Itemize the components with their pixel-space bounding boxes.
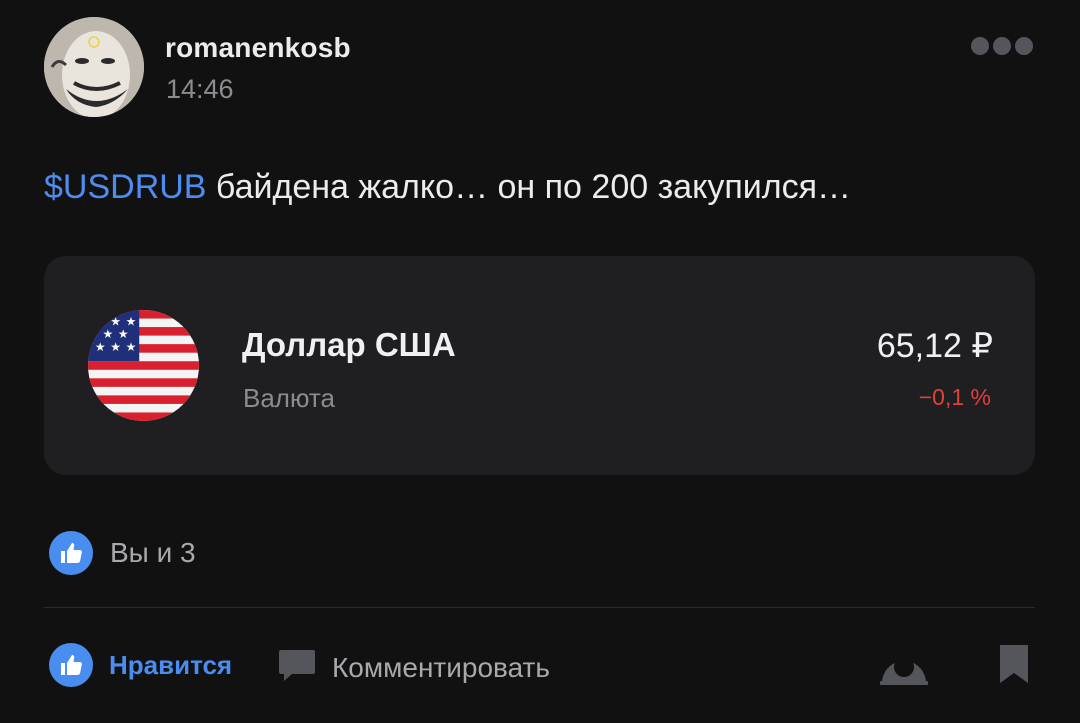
post-time: 14:46 — [166, 74, 234, 104]
more-icon[interactable] — [966, 32, 1038, 60]
likes-count-text: Вы и 3 — [110, 537, 196, 568]
more-dot — [1015, 37, 1033, 55]
more-dot — [971, 37, 989, 55]
instrument-card[interactable]: ★ ★ ★ ★ ★ ★ ★ ★ Доллар США Валюта 65,12 ₽ −0,… — [44, 256, 1035, 475]
comment-button-label: Комментировать — [332, 651, 550, 683]
comment-button[interactable]: Комментировать — [278, 648, 550, 687]
instrument-name: Доллар США — [242, 326, 456, 363]
like-button-label: Нравится — [109, 649, 233, 680]
instrument-price: 65,12 ₽ — [876, 327, 993, 365]
svg-text:★: ★ — [110, 314, 121, 328]
post-body: байдена жалко… он по 200 закупился… — [206, 168, 851, 206]
svg-text:★: ★ — [103, 327, 114, 341]
post-text: $USDRUB байдена жалко… он по 200 закупил… — [44, 168, 851, 207]
svg-text:★: ★ — [118, 327, 129, 341]
bookmark-icon[interactable] — [998, 643, 1030, 685]
author-name[interactable]: romanenkosb — [165, 32, 351, 64]
share-icon[interactable] — [878, 643, 930, 687]
comment-icon — [278, 648, 316, 687]
ticker-link[interactable]: $USDRUB — [44, 168, 206, 206]
divider — [44, 607, 1035, 608]
svg-text:★: ★ — [110, 340, 121, 354]
thumbs-up-icon — [49, 531, 93, 575]
instrument-change: −0,1 % — [918, 384, 991, 410]
like-button[interactable]: Нравится — [49, 643, 232, 687]
svg-text:★: ★ — [126, 340, 137, 354]
svg-text:★: ★ — [95, 314, 106, 328]
svg-text:★: ★ — [126, 314, 137, 328]
avatar[interactable] — [44, 17, 144, 117]
us-flag-icon: ★ ★ ★ ★ ★ ★ ★ ★ — [88, 310, 199, 421]
likes-summary[interactable]: Вы и 3 — [49, 531, 196, 575]
thumbs-up-icon — [49, 643, 93, 687]
svg-text:★: ★ — [95, 340, 106, 354]
post-screen: romanenkosb 14:46 $USDRUB байдена жалко…… — [0, 0, 1080, 723]
more-dot — [993, 37, 1011, 55]
instrument-type: Валюта — [243, 383, 335, 413]
